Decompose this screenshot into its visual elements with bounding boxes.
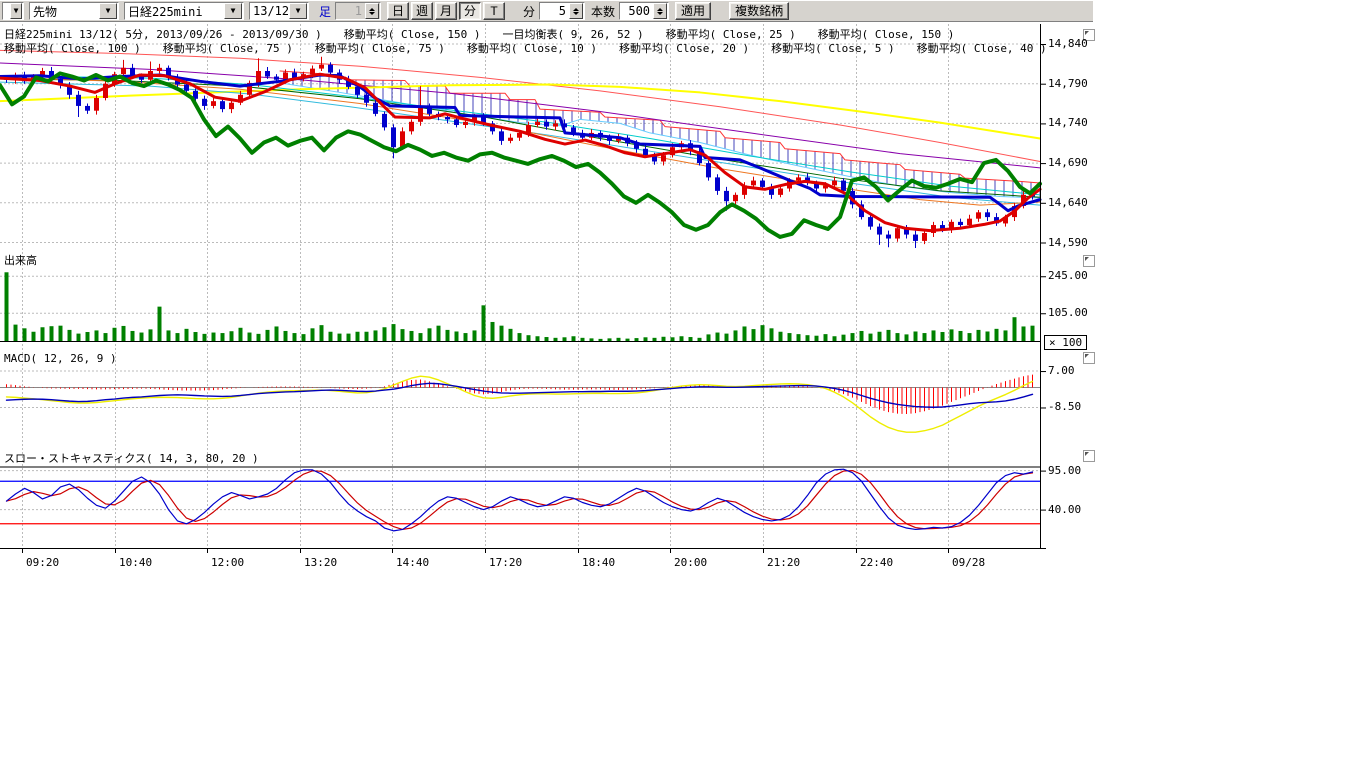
indicator-label: 移動平均( Close, 10 ) [467,40,597,56]
macd-axis-tick: -8.50 [1048,400,1081,413]
indicator-header-row2: 移動平均( Close, 100 ) 移動平均( Close, 75 ) 移動平均(… [4,40,1047,56]
time-axis-tick: 09/28 [952,556,985,569]
volume-multiplier-badge: × 100 [1044,335,1087,350]
pane-expand-icon[interactable] [1083,352,1095,364]
price-axis-tick: 14,840 [1048,37,1088,50]
price-axis-tick: 14,640 [1048,196,1088,209]
volume-axis-tick: 245.00 [1048,269,1088,282]
indicator-label: 移動平均( Close, 5 ) [771,40,894,56]
chart-canvas[interactable] [0,0,1366,768]
price-axis-tick: 14,590 [1048,236,1088,249]
time-axis-tick: 10:40 [119,556,152,569]
indicator-label: 移動平均( Close, 75 ) [315,40,445,56]
price-axis-tick: 14,790 [1048,77,1088,90]
stoch-axis-tick: 95.00 [1048,464,1081,477]
pane-expand-icon[interactable] [1083,450,1095,462]
stoch-axis-tick: 40.00 [1048,503,1081,516]
indicator-label: 移動平均( Close, 20 ) [619,40,749,56]
stoch-pane-label: スロー・ストキャスティクス( 14, 3, 80, 20 ) [4,450,259,466]
time-axis-tick: 17:20 [489,556,522,569]
time-axis-tick: 09:20 [26,556,59,569]
time-axis-tick: 21:20 [767,556,800,569]
indicator-label: 移動平均( Close, 100 ) [4,40,141,56]
time-axis-tick: 20:00 [674,556,707,569]
indicator-label: 移動平均( Close, 75 ) [163,40,293,56]
time-axis-tick: 18:40 [582,556,615,569]
price-axis-tick: 14,690 [1048,156,1088,169]
time-axis-tick: 22:40 [860,556,893,569]
time-axis-tick: 14:40 [396,556,429,569]
volume-pane-label: 出来高 [4,252,37,268]
pane-expand-icon[interactable] [1083,255,1095,267]
price-axis-tick: 14,740 [1048,116,1088,129]
volume-axis-tick: 105.00 [1048,306,1088,319]
macd-pane-label: MACD( 12, 26, 9 ) [4,352,117,365]
time-axis-tick: 12:00 [211,556,244,569]
indicator-label: 移動平均( Close, 40 ) [917,40,1047,56]
time-axis-tick: 13:20 [304,556,337,569]
macd-axis-tick: 7.00 [1048,364,1075,377]
